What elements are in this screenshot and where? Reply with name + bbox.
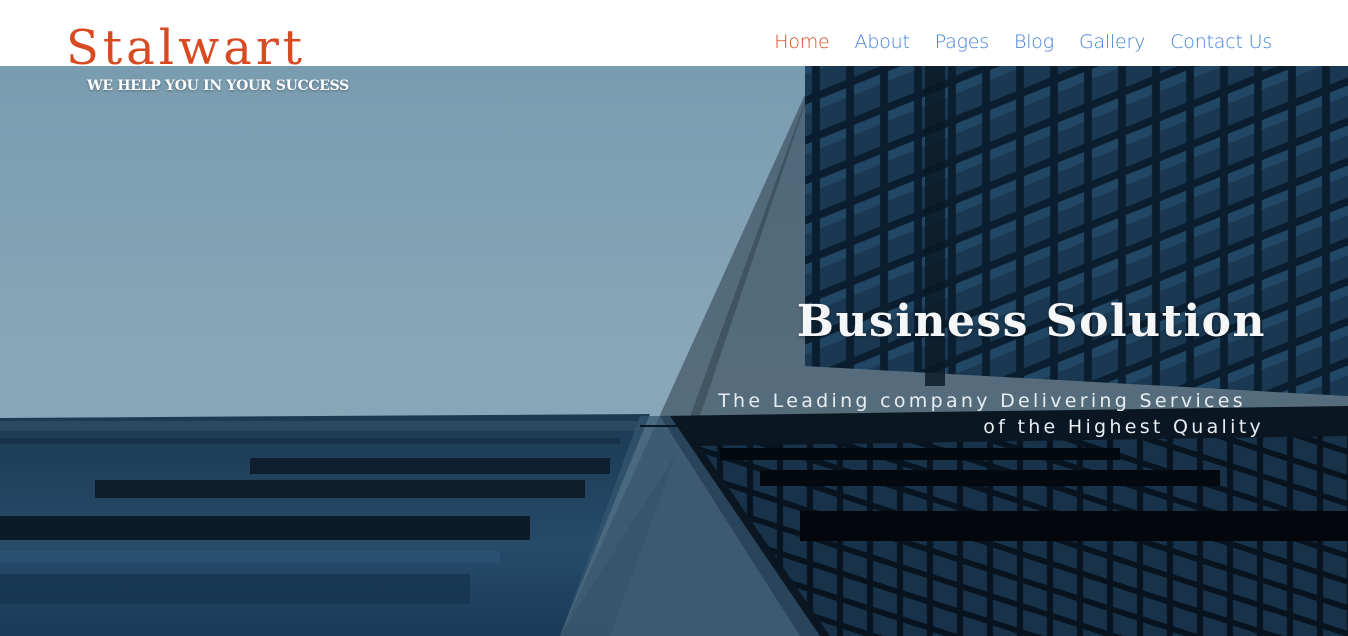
nav-item-pages[interactable]: Pages [935,29,989,55]
hero-title: Business Solution [796,296,1266,347]
main-nav: Home About Pages Blog Gallery Contact Us [774,29,1272,55]
nav-item-contact-us[interactable]: Contact Us [1170,29,1272,55]
brand-logo[interactable]: Stalwart WE HELP YOU IN YOUR SUCCESS [66,20,349,94]
nav-item-blog[interactable]: Blog [1014,29,1054,55]
hero-subtitle-line-2: of the Highest Quality [983,416,1264,438]
hero-background-image [0,66,1348,636]
hero-subtitle: The Leading company Delivering Services … [718,388,1261,440]
brand-name: Stalwart [66,20,307,76]
nav-item-about[interactable]: About [855,29,910,55]
hero-banner [0,66,1348,636]
hero-subtitle-line-1: The Leading company Delivering Services [718,390,1246,412]
nav-item-home[interactable]: Home [774,29,830,55]
nav-item-gallery[interactable]: Gallery [1079,29,1145,55]
brand-tagline: WE HELP YOU IN YOUR SUCCESS [87,78,349,94]
